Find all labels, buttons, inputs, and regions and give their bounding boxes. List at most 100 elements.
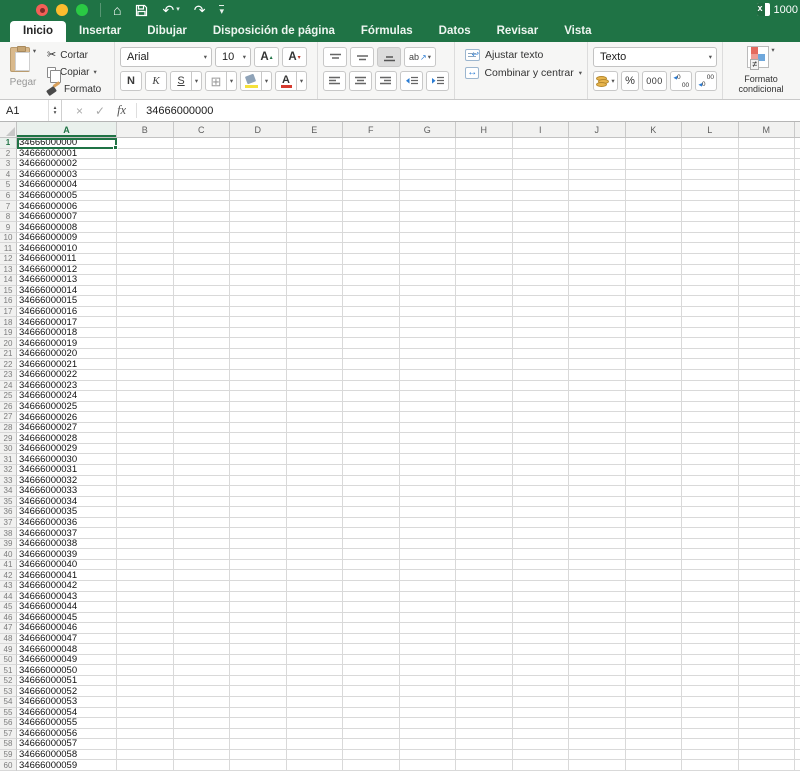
cell-G24[interactable] — [399, 380, 456, 392]
cell-D26[interactable] — [230, 401, 287, 413]
cell-L7[interactable] — [682, 201, 739, 212]
cell-M21[interactable] — [738, 348, 795, 360]
cell-J30[interactable] — [569, 443, 626, 455]
tab-fórmulas[interactable]: Fórmulas — [348, 21, 426, 42]
row-header-30[interactable]: 30 — [0, 443, 17, 455]
cell-C16[interactable] — [173, 296, 230, 307]
row-header-29[interactable]: 29 — [0, 433, 17, 444]
cell-H41[interactable] — [456, 559, 513, 571]
cell-A28[interactable]: 34666000027 — [17, 422, 117, 434]
row-header-21[interactable]: 21 — [0, 348, 17, 360]
cell-I1[interactable] — [512, 138, 569, 149]
cell-L46[interactable] — [682, 612, 739, 624]
cell-C1[interactable] — [173, 138, 230, 149]
cell-A35[interactable]: 34666000034 — [17, 496, 117, 508]
cell-E46[interactable] — [286, 612, 343, 624]
cell-B30[interactable] — [117, 443, 174, 455]
cell-B56[interactable] — [117, 718, 174, 729]
cell-K58[interactable] — [625, 739, 682, 750]
cell-E7[interactable] — [286, 201, 343, 212]
cell-F38[interactable] — [343, 528, 400, 539]
cell-M30[interactable] — [738, 443, 795, 455]
cell-F31[interactable] — [343, 454, 400, 465]
cell-J56[interactable] — [569, 718, 626, 729]
cell-I35[interactable] — [512, 496, 569, 508]
cell-H14[interactable] — [456, 275, 513, 286]
cell-K14[interactable] — [625, 275, 682, 286]
cell-I56[interactable] — [512, 718, 569, 729]
cell-C19[interactable] — [173, 327, 230, 339]
cell-E35[interactable] — [286, 496, 343, 508]
cell-F15[interactable] — [343, 285, 400, 297]
cell-E56[interactable] — [286, 718, 343, 729]
cell-J33[interactable] — [569, 475, 626, 487]
row-header-60[interactable]: 60 — [0, 760, 17, 771]
cell-J20[interactable] — [569, 338, 626, 349]
cell-partial18[interactable] — [795, 317, 800, 328]
cell-M17[interactable] — [738, 306, 795, 318]
cell-D33[interactable] — [230, 475, 287, 487]
cell-C39[interactable] — [173, 538, 230, 550]
tab-dibujar[interactable]: Dibujar — [134, 21, 200, 42]
cell-I9[interactable] — [512, 222, 569, 233]
currency-format-button[interactable]: ▾ — [593, 71, 619, 91]
cell-E19[interactable] — [286, 327, 343, 339]
cell-partial1[interactable] — [795, 138, 800, 149]
cell-F41[interactable] — [343, 559, 400, 571]
cell-A27[interactable]: 34666000026 — [17, 412, 117, 423]
cell-J42[interactable] — [569, 570, 626, 581]
cell-G40[interactable] — [399, 549, 456, 560]
cell-C20[interactable] — [173, 338, 230, 349]
cell-F26[interactable] — [343, 401, 400, 413]
cell-E55[interactable] — [286, 707, 343, 719]
cell-J11[interactable] — [569, 243, 626, 255]
cell-I4[interactable] — [512, 169, 569, 181]
cell-D31[interactable] — [230, 454, 287, 465]
cell-C23[interactable] — [173, 370, 230, 381]
cell-L14[interactable] — [682, 275, 739, 286]
cell-J54[interactable] — [569, 696, 626, 708]
cell-I13[interactable] — [512, 264, 569, 276]
cell-F57[interactable] — [343, 728, 400, 740]
cell-A50[interactable]: 34666000049 — [17, 654, 117, 666]
cell-G5[interactable] — [399, 180, 456, 191]
cell-I41[interactable] — [512, 559, 569, 571]
cell-I52[interactable] — [512, 675, 569, 687]
cell-G1[interactable] — [399, 138, 456, 149]
cell-F34[interactable] — [343, 486, 400, 497]
cell-H25[interactable] — [456, 391, 513, 402]
cell-B46[interactable] — [117, 612, 174, 624]
cell-D3[interactable] — [230, 159, 287, 170]
cell-partial31[interactable] — [795, 454, 800, 465]
cell-E39[interactable] — [286, 538, 343, 550]
cell-K25[interactable] — [625, 391, 682, 402]
cell-E50[interactable] — [286, 654, 343, 666]
cell-G51[interactable] — [399, 665, 456, 676]
cell-L27[interactable] — [682, 412, 739, 423]
row-header-53[interactable]: 53 — [0, 686, 17, 697]
copy-button[interactable]: Copiar ▾ — [47, 65, 101, 83]
cell-partial24[interactable] — [795, 381, 800, 392]
cell-partial43[interactable] — [795, 581, 800, 592]
cell-partial37[interactable] — [795, 518, 800, 529]
home-icon[interactable]: ⌂ — [113, 3, 121, 17]
cell-E25[interactable] — [286, 391, 343, 402]
cell-K22[interactable] — [625, 359, 682, 371]
row-header-6[interactable]: 6 — [0, 190, 17, 202]
cell-K56[interactable] — [625, 718, 682, 729]
cell-J14[interactable] — [569, 275, 626, 286]
cell-M41[interactable] — [738, 559, 795, 571]
cell-F37[interactable] — [343, 517, 400, 529]
cell-K45[interactable] — [625, 602, 682, 613]
cell-J13[interactable] — [569, 264, 626, 276]
cell-I8[interactable] — [512, 211, 569, 223]
cell-A25[interactable]: 34666000024 — [17, 391, 117, 402]
cancel-icon[interactable]: × — [76, 104, 83, 118]
insert-function-icon[interactable]: fx — [117, 103, 126, 118]
cell-I19[interactable] — [512, 327, 569, 339]
cell-I16[interactable] — [512, 296, 569, 307]
cell-F10[interactable] — [343, 232, 400, 244]
cell-M40[interactable] — [738, 549, 795, 560]
cell-J34[interactable] — [569, 486, 626, 497]
cell-G6[interactable] — [399, 190, 456, 202]
